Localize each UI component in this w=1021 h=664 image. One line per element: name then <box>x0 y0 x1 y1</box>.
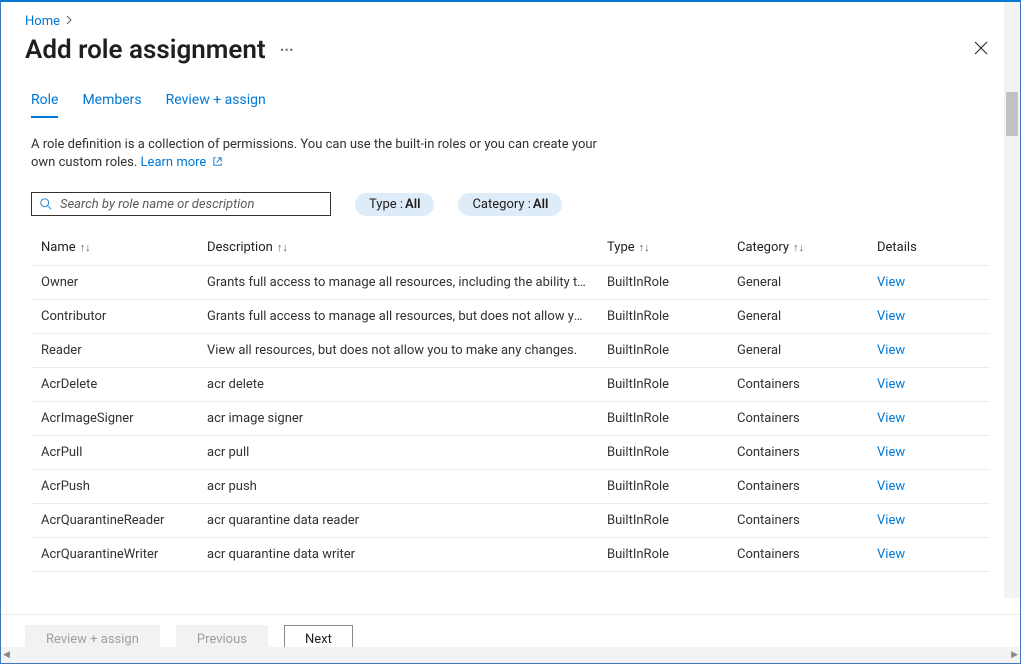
search-input[interactable] <box>31 192 331 216</box>
view-link[interactable]: View <box>877 513 905 528</box>
view-link[interactable]: View <box>877 275 905 290</box>
cell-description: acr delete <box>197 368 597 402</box>
sort-icon: ↑↓ <box>793 241 804 254</box>
cell-type: BuiltInRole <box>597 334 727 368</box>
more-actions-button[interactable]: ⋯ <box>280 42 295 58</box>
cell-type: BuiltInRole <box>597 470 727 504</box>
cell-category: Containers <box>727 436 867 470</box>
cell-description: Grants full access to manage all resourc… <box>197 266 597 300</box>
intro-text: A role definition is a collection of per… <box>1 118 651 172</box>
cell-description: acr quarantine data reader <box>197 504 597 538</box>
filter-type-value: All <box>405 197 420 212</box>
table-row[interactable]: AcrImageSigneracr image signerBuiltInRol… <box>31 402 990 436</box>
cell-name: AcrQuarantineReader <box>31 504 197 538</box>
col-header-name[interactable]: Name↑↓ <box>31 230 197 266</box>
cell-description: acr quarantine data writer <box>197 538 597 572</box>
cell-type: BuiltInRole <box>597 300 727 334</box>
search-wrap <box>31 192 331 216</box>
cell-name: AcrDelete <box>31 368 197 402</box>
scroll-right-icon: ▶ <box>1011 650 1018 660</box>
cell-name: Owner <box>31 266 197 300</box>
table-row[interactable]: ReaderView all resources, but does not a… <box>31 334 990 368</box>
cell-description: acr pull <box>197 436 597 470</box>
chevron-right-icon <box>66 14 73 29</box>
view-link[interactable]: View <box>877 377 905 392</box>
table-row[interactable]: OwnerGrants full access to manage all re… <box>31 266 990 300</box>
table-row[interactable]: AcrQuarantineWriteracr quarantine data w… <box>31 538 990 572</box>
cell-type: BuiltInRole <box>597 266 727 300</box>
table-row[interactable]: ContributorGrants full access to manage … <box>31 300 990 334</box>
page-title: Add role assignment ⋯ <box>25 35 295 65</box>
table-row[interactable]: AcrDeleteacr deleteBuiltInRoleContainers… <box>31 368 990 402</box>
cell-description: Grants full access to manage all resourc… <box>197 300 597 334</box>
cell-description: acr image signer <box>197 402 597 436</box>
cell-category: General <box>727 266 867 300</box>
table-row[interactable]: AcrPushacr pushBuiltInRoleContainers View <box>31 470 990 504</box>
tabs: Role Members Review + assign <box>1 66 1020 118</box>
cell-type: BuiltInRole <box>597 436 727 470</box>
cell-description: acr push <box>197 470 597 504</box>
cell-category: General <box>727 334 867 368</box>
col-header-details: Details <box>867 230 990 266</box>
sort-icon: ↑↓ <box>639 241 650 254</box>
cell-category: Containers <box>727 368 867 402</box>
filter-type-label: Type : <box>369 197 403 212</box>
intro-body: A role definition is a collection of per… <box>31 137 597 170</box>
search-icon <box>39 197 53 211</box>
vertical-scrollbar[interactable] <box>1004 2 1020 598</box>
close-button[interactable] <box>966 33 996 66</box>
cell-name: Contributor <box>31 300 197 334</box>
view-link[interactable]: View <box>877 479 905 494</box>
cell-category: Containers <box>727 470 867 504</box>
cell-type: BuiltInRole <box>597 504 727 538</box>
tab-review-assign[interactable]: Review + assign <box>166 92 266 118</box>
cell-name: AcrPull <box>31 436 197 470</box>
cell-name: AcrPush <box>31 470 197 504</box>
learn-more-link[interactable]: Learn more <box>141 155 223 170</box>
page-title-text: Add role assignment <box>25 35 266 65</box>
horizontal-scrollbar[interactable]: ◀ ▶ <box>1 647 1020 663</box>
view-link[interactable]: View <box>877 547 905 562</box>
col-header-description[interactable]: Description↑↓ <box>197 230 597 266</box>
cell-category: Containers <box>727 504 867 538</box>
tab-members[interactable]: Members <box>82 92 141 118</box>
cell-category: Containers <box>727 402 867 436</box>
breadcrumb: Home <box>1 2 1020 29</box>
cell-name: AcrQuarantineWriter <box>31 538 197 572</box>
sort-icon: ↑↓ <box>80 241 91 254</box>
table-row[interactable]: AcrPullacr pullBuiltInRoleContainers View <box>31 436 990 470</box>
filter-category[interactable]: Category : All <box>458 193 562 216</box>
view-link[interactable]: View <box>877 411 905 426</box>
cell-type: BuiltInRole <box>597 538 727 572</box>
cell-name: Reader <box>31 334 197 368</box>
breadcrumb-home[interactable]: Home <box>25 14 60 29</box>
cell-description: View all resources, but does not allow y… <box>197 334 597 368</box>
cell-name: AcrImageSigner <box>31 402 197 436</box>
view-link[interactable]: View <box>877 445 905 460</box>
cell-type: BuiltInRole <box>597 368 727 402</box>
view-link[interactable]: View <box>877 309 905 324</box>
col-header-category[interactable]: Category↑↓ <box>727 230 867 266</box>
filter-type[interactable]: Type : All <box>355 193 434 216</box>
sort-icon: ↑↓ <box>277 241 288 254</box>
scroll-left-icon: ◀ <box>3 650 10 660</box>
external-link-icon <box>212 155 223 166</box>
cell-type: BuiltInRole <box>597 402 727 436</box>
table-row[interactable]: AcrQuarantineReaderacr quarantine data r… <box>31 504 990 538</box>
view-link[interactable]: View <box>877 343 905 358</box>
learn-more-label: Learn more <box>141 155 207 170</box>
filter-category-label: Category : <box>472 197 530 212</box>
col-header-type[interactable]: Type↑↓ <box>597 230 727 266</box>
tab-role[interactable]: Role <box>31 92 58 118</box>
cell-category: Containers <box>727 538 867 572</box>
roles-table: Name↑↓ Description↑↓ Type↑↓ Category↑↓ D… <box>31 230 990 572</box>
filter-category-value: All <box>533 197 548 212</box>
cell-category: General <box>727 300 867 334</box>
